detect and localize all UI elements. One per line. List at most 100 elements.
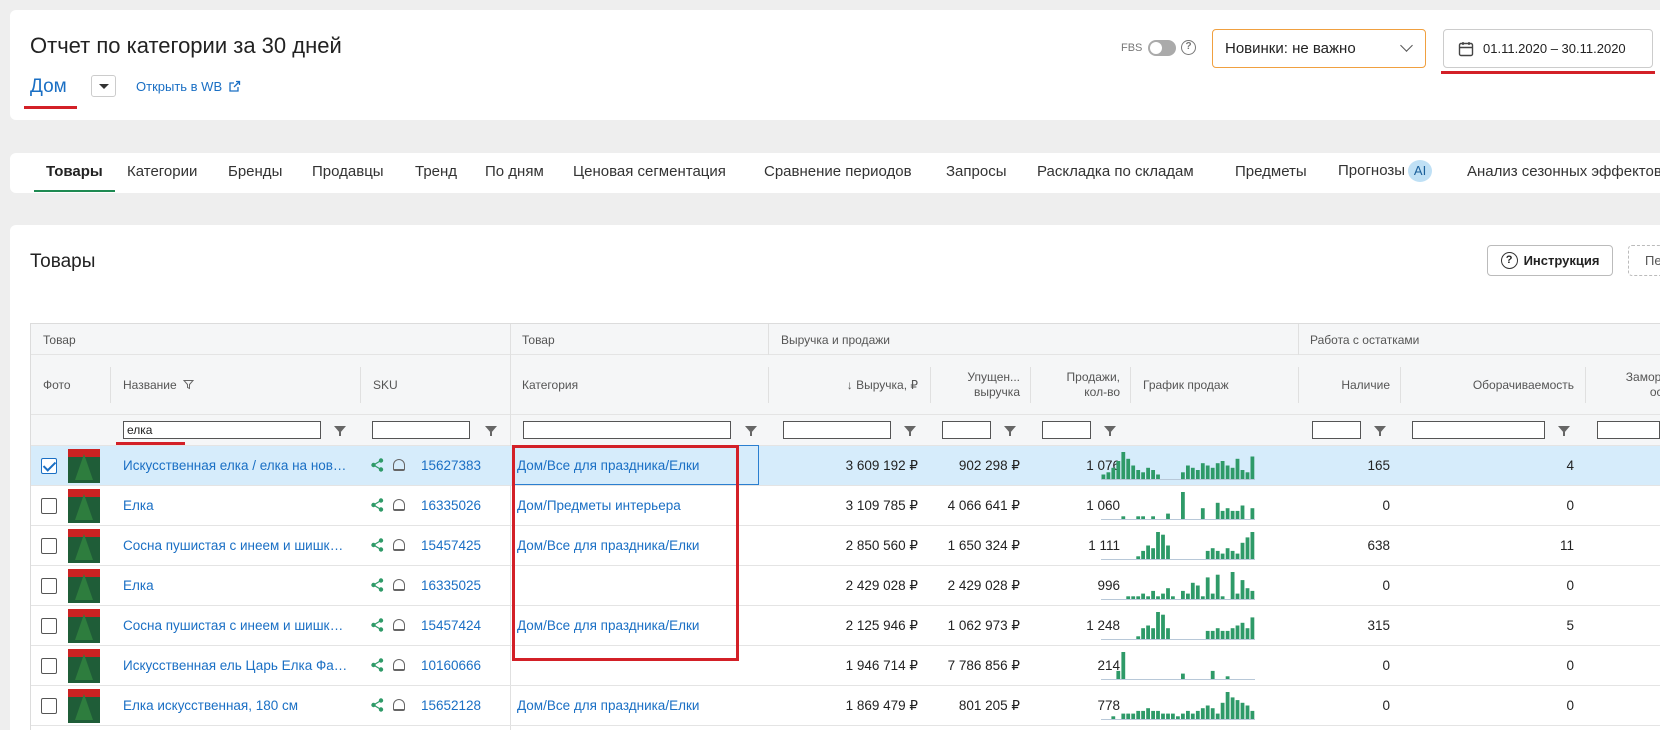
- product-photo[interactable]: [68, 449, 100, 483]
- tab-trend[interactable]: Тренд: [415, 163, 457, 180]
- share-icon[interactable]: [371, 618, 384, 632]
- table-row[interactable]: Сосна пушистая с инеем и шишками 15457424…: [31, 606, 1660, 646]
- column-header-frozen[interactable]: Заморо ост: [1588, 370, 1660, 400]
- column-header-sales-chart: График продаж: [1143, 378, 1229, 392]
- bell-icon[interactable]: [393, 619, 405, 631]
- share-icon[interactable]: [371, 538, 384, 552]
- help-icon[interactable]: ?: [1181, 40, 1196, 55]
- row-checkbox[interactable]: [41, 458, 57, 474]
- share-icon[interactable]: [371, 578, 384, 592]
- table-row[interactable]: Елка 16335025 2 429 028 ₽2 429 028 ₽996 0 0: [31, 566, 1660, 606]
- bell-icon[interactable]: [393, 659, 405, 671]
- stock-filter-input[interactable]: [1312, 421, 1361, 439]
- sparkline-bar: [1186, 710, 1190, 719]
- filter-icon[interactable]: [334, 426, 346, 436]
- fbs-toggle[interactable]: [1148, 40, 1176, 56]
- column-header-lost-revenue[interactable]: Упущен... выручка: [935, 370, 1020, 400]
- tab-forecasts[interactable]: Прогнозы AI: [1338, 160, 1433, 182]
- filter-icon[interactable]: [904, 426, 916, 436]
- product-photo[interactable]: [68, 529, 100, 563]
- column-header-name[interactable]: Название: [123, 378, 195, 393]
- column-header-category[interactable]: Категория: [522, 378, 578, 393]
- filter-icon[interactable]: [1374, 426, 1386, 436]
- product-name-link[interactable]: Искусственная елка / елка на новогодняя: [123, 458, 348, 473]
- share-icon[interactable]: [371, 498, 384, 512]
- category-filter-input[interactable]: [523, 421, 731, 439]
- share-icon[interactable]: [371, 458, 384, 472]
- table-row[interactable]: Искусственная елка / елка на новогодняя 1…: [31, 446, 1660, 486]
- sku-link[interactable]: 16335026: [421, 498, 481, 513]
- tab-categories[interactable]: Категории: [127, 163, 197, 180]
- column-header-sales[interactable]: Продажи, кол-во: [1035, 370, 1120, 400]
- column-header-turnover[interactable]: Оборачиваемость: [1402, 378, 1574, 393]
- tab-seasonal-analysis[interactable]: Анализ сезонных эффектов: [1467, 163, 1660, 180]
- product-photo[interactable]: [68, 569, 100, 603]
- date-range-picker[interactable]: 01.11.2020 – 30.11.2020: [1443, 29, 1653, 68]
- tab-sellers[interactable]: Продавцы: [312, 163, 384, 180]
- sku-link[interactable]: 15627383: [421, 458, 481, 473]
- filter-icon[interactable]: [1104, 426, 1116, 436]
- product-photo[interactable]: [68, 689, 100, 723]
- row-checkbox[interactable]: [41, 578, 57, 594]
- product-name-link[interactable]: Искусственная ель Царь Елка Фантазия: [123, 658, 348, 673]
- column-header-sku[interactable]: SKU: [373, 378, 398, 393]
- sku-link[interactable]: 15457425: [421, 538, 481, 553]
- table-row[interactable]: Сосна пушистая с инеем и шишками 15457425…: [31, 526, 1660, 566]
- row-checkbox[interactable]: [41, 618, 57, 634]
- bell-icon[interactable]: [393, 699, 405, 711]
- filter-icon[interactable]: [1558, 426, 1570, 436]
- tab-brands[interactable]: Бренды: [228, 163, 282, 180]
- table-row[interactable]: Искусственная ель Царь Елка Фантазия 1016…: [31, 646, 1660, 686]
- product-name-link[interactable]: Елка искусственная, 180 см: [123, 698, 348, 713]
- share-icon[interactable]: [371, 658, 384, 672]
- row-checkbox[interactable]: [41, 658, 57, 674]
- row-checkbox[interactable]: [41, 698, 57, 714]
- revenue-filter-input[interactable]: [783, 421, 891, 439]
- row-checkbox[interactable]: [41, 498, 57, 514]
- open-in-wb-link[interactable]: Открыть в WB: [136, 79, 241, 94]
- frozen-filter-input[interactable]: [1597, 421, 1660, 439]
- product-name-link[interactable]: Елка: [123, 498, 348, 513]
- name-filter-input[interactable]: елка: [123, 421, 321, 439]
- product-name-link[interactable]: Елка: [123, 578, 348, 593]
- product-photo[interactable]: [68, 609, 100, 643]
- tab-subjects[interactable]: Предметы: [1235, 163, 1307, 180]
- filter-icon[interactable]: [485, 426, 497, 436]
- category-dropdown-button[interactable]: [91, 75, 116, 97]
- lost-revenue-filter-input[interactable]: [942, 421, 991, 439]
- share-icon[interactable]: [371, 698, 384, 712]
- category-link[interactable]: Дом/Все для праздника/Елки: [517, 698, 699, 713]
- tab-price-segmentation[interactable]: Ценовая сегментация: [573, 163, 726, 180]
- category-link[interactable]: Дом: [30, 76, 67, 98]
- table-row[interactable]: Елка 16335026 Дом/Предметы интерьера 3 109 …: [31, 486, 1660, 526]
- sku-link[interactable]: 15457424: [421, 618, 481, 633]
- novelty-select[interactable]: Новинки: не важно: [1212, 29, 1426, 68]
- filter-icon[interactable]: [1004, 426, 1016, 436]
- table-row[interactable]: Елка искусственная, 180 см 15652128 Дом/Вс…: [31, 686, 1660, 726]
- extra-button[interactable]: Пе: [1628, 245, 1660, 276]
- tab-by-days[interactable]: По дням: [485, 163, 544, 180]
- filter-icon[interactable]: [745, 426, 757, 436]
- column-header-revenue[interactable]: ↓ Выручка, ₽: [770, 378, 918, 393]
- sku-link[interactable]: 15652128: [421, 698, 481, 713]
- product-name-link[interactable]: Сосна пушистая с инеем и шишками: [123, 538, 348, 553]
- bell-icon[interactable]: [393, 579, 405, 591]
- column-header-stock[interactable]: Наличие: [1300, 378, 1390, 393]
- instruction-button[interactable]: ? Инструкция: [1487, 245, 1613, 276]
- sku-filter-input[interactable]: [372, 421, 470, 439]
- row-checkbox[interactable]: [41, 538, 57, 554]
- product-name-link[interactable]: Сосна пушистая с инеем и шишками: [123, 618, 348, 633]
- tab-queries[interactable]: Запросы: [946, 163, 1007, 180]
- sales-filter-input[interactable]: [1042, 421, 1091, 439]
- bell-icon[interactable]: [393, 459, 405, 471]
- product-photo[interactable]: [68, 489, 100, 523]
- bell-icon[interactable]: [393, 499, 405, 511]
- sku-link[interactable]: 16335025: [421, 578, 481, 593]
- tab-period-comparison[interactable]: Сравнение периодов: [764, 163, 912, 180]
- turnover-filter-input[interactable]: [1412, 421, 1545, 439]
- tab-products[interactable]: Товары: [46, 163, 103, 180]
- tab-warehouse-breakdown[interactable]: Раскладка по складам: [1037, 163, 1194, 180]
- sku-link[interactable]: 10160666: [421, 658, 481, 673]
- product-photo[interactable]: [68, 649, 100, 683]
- bell-icon[interactable]: [393, 539, 405, 551]
